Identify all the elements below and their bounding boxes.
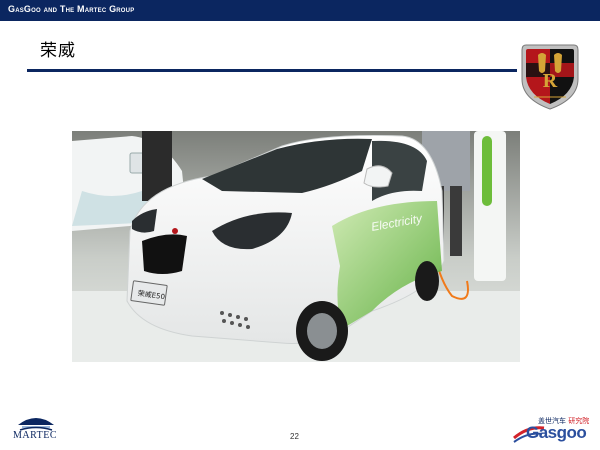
roewe-lion-shield-icon: R xyxy=(521,44,579,110)
svg-text:R: R xyxy=(543,70,558,92)
page-number: 22 xyxy=(290,432,299,441)
roewe-e50-car-photo: Electricity 荣威E50 xyxy=(72,131,520,362)
title-divider xyxy=(27,69,517,72)
gasgoo-wordmark: Gasgoo xyxy=(526,423,587,442)
slide-title: 荣威 xyxy=(40,41,76,61)
header-bar: GasGoo and The Martec Group xyxy=(0,0,600,21)
company-line: GasGoo and The Martec Group xyxy=(8,4,135,14)
martec-logo-text: MARTEC xyxy=(13,430,58,441)
